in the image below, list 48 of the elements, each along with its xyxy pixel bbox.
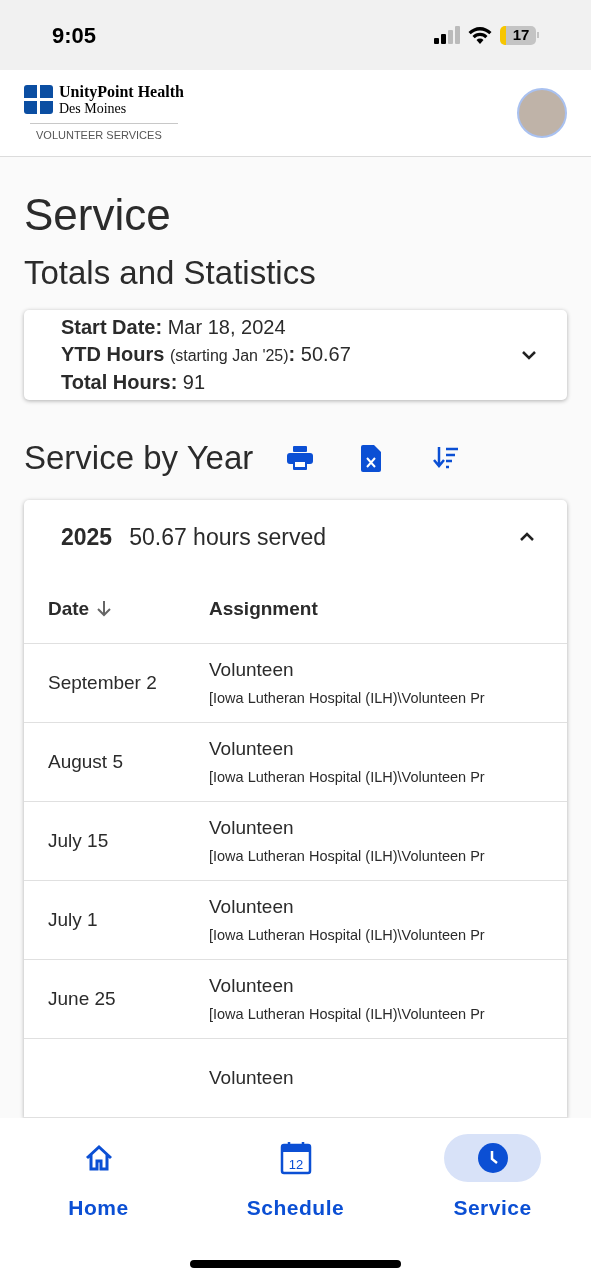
assignment-location: [Iowa Lutheran Hospital (ILH)\Volunteen Pr (209, 689, 486, 708)
calendar-icon: 12 (279, 1141, 312, 1175)
assignment-location: [Iowa Lutheran Hospital (ILH)\Volunteen Pr (209, 926, 486, 945)
signal-icon (434, 26, 460, 44)
sort-icon[interactable] (433, 447, 460, 469)
status-time: 9:05 (52, 21, 97, 50)
chevron-icon[interactable] (519, 532, 535, 543)
clock-icon (477, 1143, 508, 1173)
table-cell: July 15 (48, 829, 109, 851)
column-header[interactable]: Assignment (209, 594, 318, 624)
wifi-icon (468, 26, 492, 44)
assignment-location: [Iowa Lutheran Hospital (ILH)\Volunteen Pr (209, 768, 486, 787)
assignment-location: [Iowa Lutheran Hospital (ILH)\Volunteen Pr (209, 847, 486, 866)
spreadsheet-file-icon[interactable] (361, 444, 382, 472)
assignment-name: Volunteen (209, 974, 295, 998)
nav-tab[interactable]: Home (28, 1134, 169, 1224)
assignment-name: Volunteen (209, 658, 295, 682)
hours-summary: 50.67 hours served (129, 523, 327, 553)
year-label: 2025 (61, 523, 113, 553)
totals-card[interactable]: Start Date: Mar 18, 2024 YTD Hours (starting Jan '25): 50.67 Total Hours: 91 (24, 310, 567, 400)
column-header[interactable]: Date (48, 594, 90, 624)
year-header[interactable]: 2025 50.67 hours served (24, 500, 567, 575)
section-title: Service by Year (24, 438, 254, 478)
cross-logo-icon (24, 85, 53, 115)
table-cell: June 25 (48, 987, 116, 1009)
sort-down-icon[interactable] (97, 600, 112, 617)
home-icon (83, 1143, 114, 1173)
stat-line: YTD Hours (starting Jan '25): 50.67 (61, 342, 351, 367)
stat-line: Total Hours: 91 (61, 370, 207, 395)
page-title: Service (24, 189, 172, 241)
assignment-name: Volunteen (209, 1066, 295, 1090)
nav-tab[interactable]: Service (422, 1134, 563, 1224)
assignment-name: Volunteen (209, 816, 295, 840)
print-icon[interactable] (287, 446, 314, 470)
org-city: Des Moines (59, 100, 127, 117)
assignment-name: Volunteen (209, 895, 295, 919)
chevron-icon[interactable] (521, 350, 537, 360)
org-name: UnityPoint Health (59, 82, 184, 100)
section-title: Totals and Statistics (24, 253, 317, 293)
battery-indicator: 17 (500, 25, 539, 45)
assignment-name: Volunteen (209, 737, 295, 761)
table-cell: September 2 (48, 671, 157, 693)
unit-name: VOLUNTEER SERVICES (36, 127, 163, 143)
nav-tab[interactable]: 12 Schedule (225, 1134, 366, 1224)
table-cell: August 5 (48, 750, 123, 772)
stat-line: Start Date: Mar 18, 2024 (61, 315, 287, 340)
assignment-location: [Iowa Lutheran Hospital (ILH)\Volunteen Pr (209, 1005, 486, 1024)
table-cell: July 1 (48, 908, 98, 930)
